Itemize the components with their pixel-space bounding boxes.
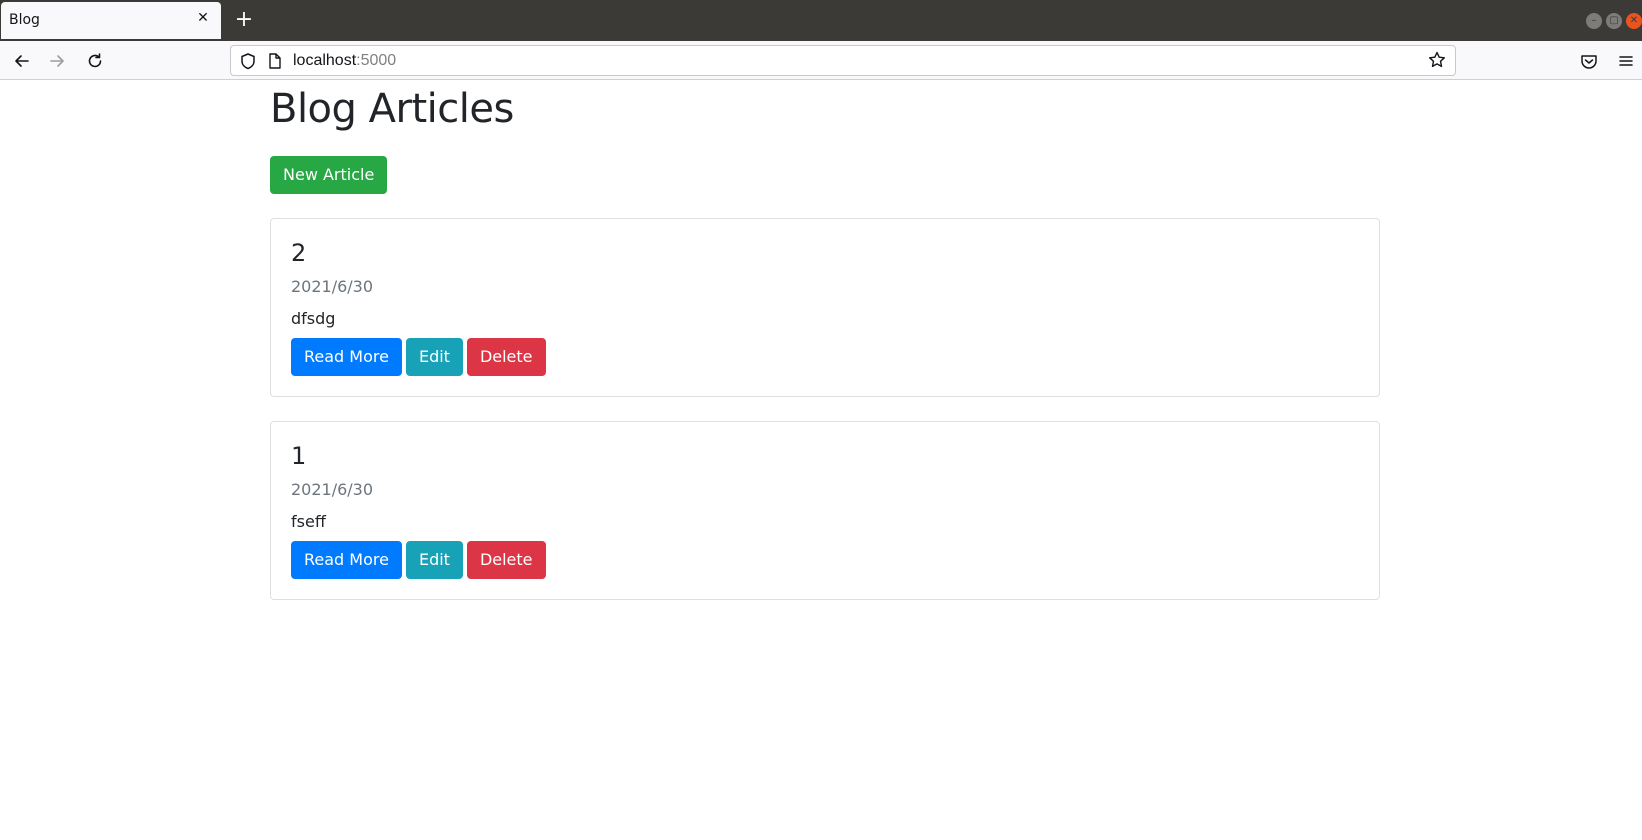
back-arrow-icon[interactable] <box>11 50 33 72</box>
article-title: 2 <box>291 239 307 267</box>
reload-icon[interactable] <box>84 50 106 72</box>
article-date: 2021/6/30 <box>291 277 374 296</box>
menu-icon[interactable] <box>1615 50 1637 72</box>
delete-button[interactable]: Delete <box>466 338 546 376</box>
browser-titlebar: Blog ✕ + – ▢ ✕ <box>0 0 1642 41</box>
edit-button[interactable]: Edit <box>405 338 463 376</box>
new-tab-icon[interactable]: + <box>234 9 254 31</box>
bookmark-star-icon[interactable] <box>1427 50 1447 75</box>
maximize-icon[interactable]: ▢ <box>1606 13 1622 29</box>
article-date: 2021/6/30 <box>291 480 374 499</box>
close-window-icon[interactable]: ✕ <box>1626 13 1642 29</box>
address-bar[interactable]: localhost:5000 <box>230 45 1456 76</box>
browser-tab[interactable]: Blog ✕ <box>1 2 221 39</box>
article-actions: Read More Edit Delete <box>291 338 546 376</box>
article-card: 1 2021/6/30 fseff Read More Edit Delete <box>270 421 1380 600</box>
article-description: dfsdg <box>291 309 336 328</box>
delete-button[interactable]: Delete <box>466 541 546 579</box>
page-title: Blog Articles <box>270 86 514 132</box>
pocket-icon[interactable] <box>1578 50 1600 72</box>
tab-title: Blog <box>9 12 40 28</box>
window-controls: – ▢ ✕ <box>1586 13 1642 29</box>
browser-navbar: localhost:5000 <box>0 41 1642 80</box>
page-info-icon[interactable] <box>267 51 283 71</box>
minimize-icon[interactable]: – <box>1586 13 1602 29</box>
read-more-button[interactable]: Read More <box>291 541 402 579</box>
forward-arrow-icon[interactable] <box>46 50 68 72</box>
shield-icon[interactable] <box>239 51 257 71</box>
article-description: fseff <box>291 512 326 531</box>
read-more-button[interactable]: Read More <box>291 338 402 376</box>
url-text: localhost:5000 <box>293 52 396 70</box>
article-title: 1 <box>291 442 307 470</box>
article-card: 2 2021/6/30 dfsdg Read More Edit Delete <box>270 218 1380 397</box>
new-article-button[interactable]: New Article <box>270 156 388 194</box>
url-host: localhost <box>293 52 357 69</box>
article-actions: Read More Edit Delete <box>291 541 546 579</box>
edit-button[interactable]: Edit <box>405 541 463 579</box>
close-tab-icon[interactable]: ✕ <box>195 10 211 26</box>
url-port: :5000 <box>356 52 397 69</box>
